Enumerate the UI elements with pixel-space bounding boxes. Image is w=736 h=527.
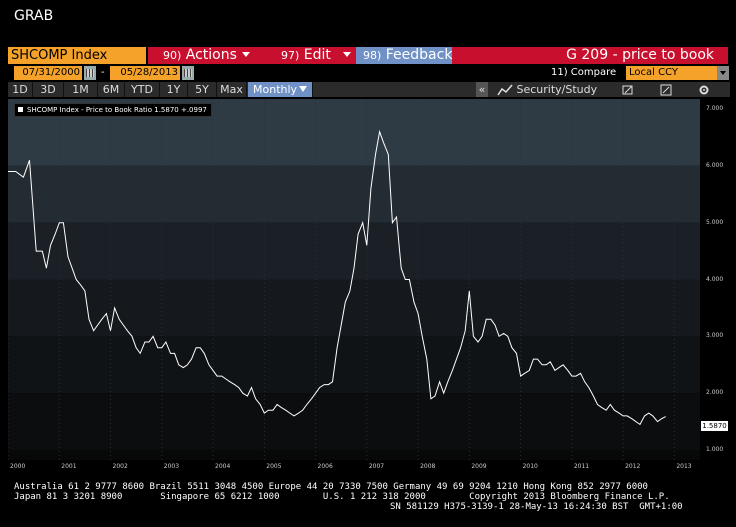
frequency-select[interactable]: Monthly	[248, 82, 313, 97]
date-separator: -	[101, 67, 105, 78]
feedback-button[interactable]: 98) Feedback	[363, 47, 452, 64]
footer-session-info: SN 581129 H375-3139-1 28-May-13 16:24:30…	[390, 502, 683, 512]
collapse-button[interactable]: «	[476, 82, 488, 97]
feedback-num: 98)	[363, 49, 382, 62]
x-tick-label: 2008	[420, 463, 436, 470]
security-study-label: Security/Study	[516, 83, 598, 96]
x-tick-label: 2007	[368, 463, 385, 470]
period-5y[interactable]: 5Y	[188, 82, 217, 97]
x-tick-label: 2000	[10, 463, 26, 470]
x-tick-label: 2012	[625, 463, 641, 470]
x-tick-label: 2009	[471, 463, 487, 470]
x-tick-label: 2011	[573, 463, 590, 470]
grid-band	[8, 450, 700, 460]
edit-label: Edit	[303, 47, 331, 63]
end-date-field[interactable]: 05/28/2013	[110, 66, 180, 80]
period-1d[interactable]: 1D	[8, 82, 33, 97]
actions-menu[interactable]: 90) Actions	[163, 47, 237, 64]
x-tick-label: 2006	[317, 463, 333, 470]
chart-study-icon	[497, 84, 513, 96]
annotate-icon[interactable]	[622, 82, 634, 97]
settings-gear-icon[interactable]	[698, 82, 710, 97]
footer-contacts-line1: Australia 61 2 9777 8600 Brazil 5511 304…	[14, 482, 648, 492]
frequency-dropdown-icon	[299, 86, 307, 92]
function-title: G 209 - price to book	[566, 47, 714, 63]
security-ticker[interactable]: SHCOMP Index	[8, 47, 146, 64]
period-ytd[interactable]: YTD	[125, 82, 160, 97]
y-tick-label: 7.000	[706, 105, 724, 112]
currency-select[interactable]: Local CCY	[626, 66, 729, 80]
x-tick-label: 2001	[61, 463, 77, 470]
x-tick-label: 2005	[266, 463, 282, 470]
footer-contacts-line2: Japan 81 3 3201 8900 Singapore 65 6212 1…	[14, 492, 670, 502]
grid-band	[8, 165, 700, 223]
grid-band	[8, 109, 700, 166]
x-tick-label: 2002	[112, 463, 128, 470]
grid-band	[8, 336, 700, 394]
currency-dropdown-icon[interactable]	[717, 66, 729, 80]
y-tick-label: 4.000	[706, 275, 724, 283]
start-calendar-icon[interactable]	[84, 66, 96, 80]
edit-menu[interactable]: 97) Edit	[281, 47, 331, 64]
edit-chart-icon[interactable]	[660, 82, 672, 97]
currency-value: Local CCY	[629, 67, 678, 78]
start-date-field[interactable]: 07/31/2000	[14, 66, 82, 80]
legend-label: SHCOMP Index - Price to Book Ratio 1.587…	[27, 106, 207, 114]
period-3d[interactable]: 3D	[33, 82, 64, 97]
actions-dropdown-icon[interactable]	[242, 52, 250, 57]
period-1y[interactable]: 1Y	[160, 82, 188, 97]
y-tick-label: 1.000	[706, 446, 724, 453]
edit-dropdown-icon[interactable]	[343, 52, 351, 57]
y-tick-label: 2.000	[706, 389, 724, 397]
x-tick-label: 2013	[676, 463, 692, 470]
grid-band	[8, 279, 700, 337]
legend-checkbox[interactable]	[18, 107, 23, 112]
window-title: GRAB	[14, 8, 54, 24]
x-tick-label: 2004	[215, 463, 231, 470]
security-study-button[interactable]: Security/Study	[497, 82, 597, 97]
y-tick-label: 6.000	[706, 161, 724, 169]
actions-num: 90)	[163, 49, 182, 62]
x-tick-label: 2003	[163, 463, 180, 470]
period-1m[interactable]: 1M	[64, 82, 98, 97]
chart-legend: SHCOMP Index - Price to Book Ratio 1.587…	[14, 103, 212, 117]
edit-num: 97)	[281, 49, 300, 62]
last-value-label: 1.5870	[701, 421, 728, 431]
compare-button[interactable]: 11) Compare	[551, 66, 616, 80]
end-calendar-icon[interactable]	[182, 66, 194, 80]
y-tick-label: 3.000	[706, 332, 724, 340]
y-tick-label: 5.000	[706, 218, 724, 226]
period-6m[interactable]: 6M	[98, 82, 125, 97]
period-max[interactable]: Max	[217, 82, 247, 97]
x-tick-label: 2010	[522, 463, 538, 470]
frequency-value: Monthly	[253, 83, 298, 96]
price-to-book-chart[interactable]	[8, 99, 700, 460]
grid-band	[8, 222, 700, 280]
actions-label: Actions	[185, 47, 237, 63]
feedback-label: Feedback	[385, 47, 453, 63]
